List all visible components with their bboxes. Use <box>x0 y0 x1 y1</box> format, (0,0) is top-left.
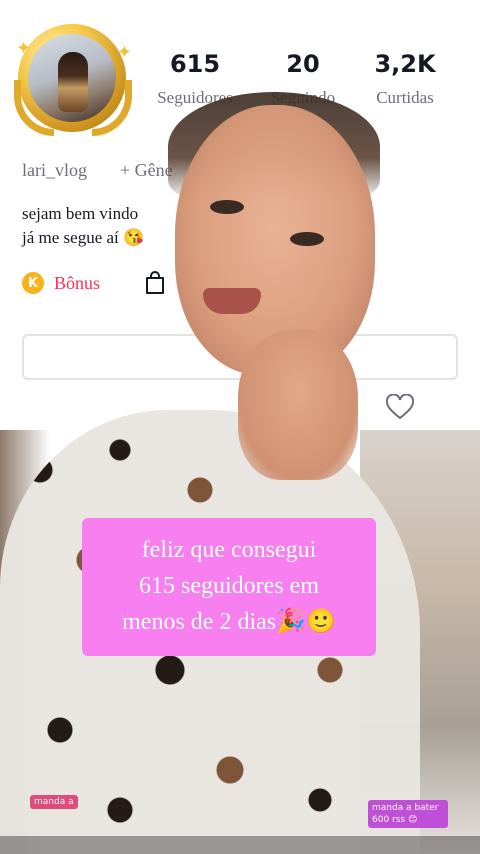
avatar[interactable]: ✦ ✦ <box>14 20 132 138</box>
caption-line: 615 seguidores em <box>139 573 319 599</box>
profile-section: ✦ ✦ 615 Seguidores 20 Seguindo 3,2K Curt… <box>0 0 480 430</box>
bio-line: já me segue aí 😘 <box>22 228 145 247</box>
avatar-person <box>58 52 88 112</box>
bottom-bar <box>0 836 480 854</box>
add-gender-button[interactable]: + Gêne <box>120 160 173 181</box>
star-icon: ✦ <box>116 42 132 63</box>
stat-label: Seguindo <box>270 88 336 107</box>
bio-line: sejam bem vindo <box>22 204 139 223</box>
stat-value: 20 <box>286 50 320 78</box>
stat-likes[interactable]: 3,2K Curtidas <box>350 48 460 110</box>
star-icon: ✦ <box>16 38 32 59</box>
stat-value: 3,2K <box>374 50 436 78</box>
stat-value: 615 <box>169 50 221 78</box>
caption-line: feliz que consegui <box>141 537 317 563</box>
profile-bio: sejam bem vindo já me segue aí 😘 <box>22 202 144 250</box>
stat-followers[interactable]: 615 Seguidores <box>140 48 250 110</box>
bonus-button[interactable]: K Bônus <box>22 272 100 294</box>
username: lari_vlog <box>22 160 87 180</box>
bag-icon[interactable] <box>144 271 166 295</box>
stat-following[interactable]: 20 Seguindo <box>248 48 358 110</box>
edit-profile-box[interactable] <box>22 334 458 380</box>
profile-stats: 615 Seguidores 20 Seguindo 3,2K Curtidas <box>140 48 470 118</box>
bonus-label: Bônus <box>54 272 101 293</box>
caption-line: menos de 2 dias🎉🙂 <box>122 609 336 635</box>
video-background <box>0 430 50 854</box>
laurel-right-icon <box>92 80 132 136</box>
stat-label: Curtidas <box>376 88 434 107</box>
video-background <box>360 430 480 854</box>
video-caption: feliz que consegui 615 seguidores em men… <box>82 518 376 656</box>
corner-caption-tag: manda a bater 600 rss 😊 <box>368 800 448 828</box>
heart-icon[interactable] <box>386 394 414 420</box>
laurel-left-icon <box>14 80 54 136</box>
corner-caption-tag: manda a <box>30 795 78 809</box>
stat-label: Seguidores <box>157 88 233 107</box>
coin-icon: K <box>22 272 44 294</box>
